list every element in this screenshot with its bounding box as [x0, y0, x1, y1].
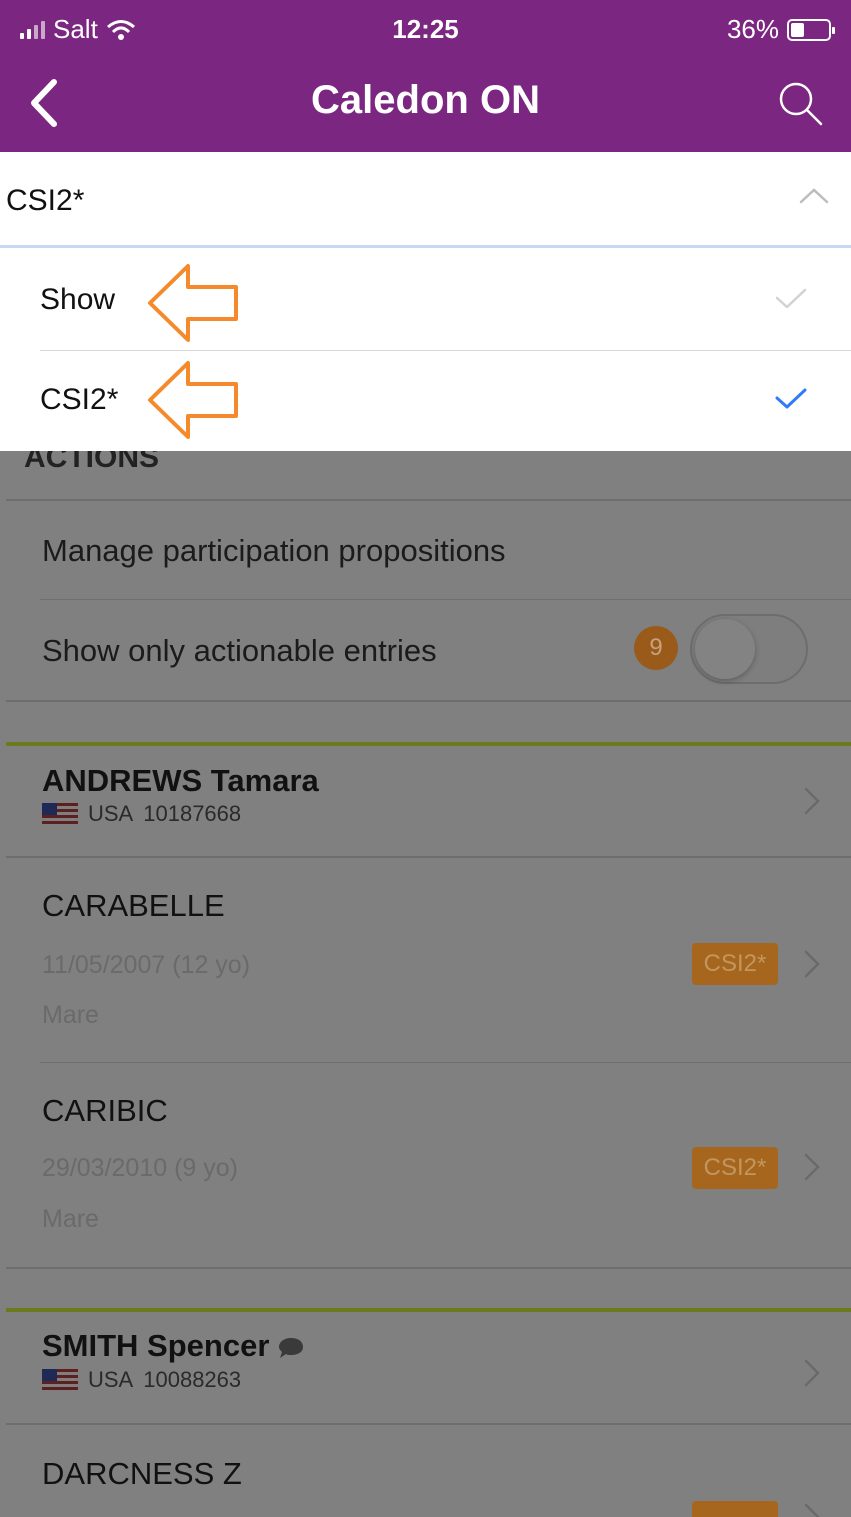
- rider-country: USA: [88, 801, 134, 826]
- dropdown-selected-label: CSI2*: [6, 184, 85, 217]
- rider-id: 10088263: [143, 1367, 242, 1392]
- horse-sex: Mare: [42, 1205, 99, 1233]
- rider-id: 10187668: [143, 801, 242, 826]
- rider-name[interactable]: ANDREWS Tamara: [42, 763, 319, 799]
- dropdown-option-show[interactable]: Show: [0, 251, 851, 351]
- dimmed-content: ACTIONS Manage participation proposition…: [0, 451, 851, 1517]
- rider-info: USA 10088263: [42, 1367, 241, 1393]
- show-actionable-label: Show only actionable entries: [42, 633, 437, 668]
- divider: [6, 1267, 851, 1269]
- page-title: Caledon ON: [311, 78, 540, 122]
- horse-sex: Mare: [42, 1001, 99, 1029]
- annotation-arrow-icon: [148, 361, 238, 439]
- status-right: 36%: [726, 14, 835, 45]
- category-badge: [692, 1501, 778, 1517]
- rider-separator: [6, 1308, 851, 1312]
- rider-info: USA 10187668: [42, 801, 241, 827]
- divider: [6, 1423, 851, 1425]
- search-icon[interactable]: [775, 78, 825, 128]
- toggle-knob: [695, 619, 755, 679]
- horse-name[interactable]: CARABELLE: [42, 888, 225, 924]
- status-time: 12:25: [392, 14, 459, 44]
- usa-flag-icon: [42, 803, 78, 825]
- horse-birthdate: 29/03/2010 (9 yo): [42, 1154, 238, 1182]
- manage-propositions-link[interactable]: Manage participation propositions: [42, 533, 506, 569]
- horse-birthdate: 11/05/2007 (12 yo): [42, 951, 251, 979]
- horse-name[interactable]: CARIBIC: [42, 1093, 168, 1129]
- divider: [6, 499, 851, 501]
- battery-percent: 36%: [726, 14, 779, 44]
- nav-bar: Caledon ON: [0, 58, 851, 152]
- chevron-right-icon[interactable]: [802, 948, 822, 980]
- category-dropdown[interactable]: CSI2*: [0, 152, 851, 248]
- divider: [6, 700, 851, 702]
- battery-icon: [787, 18, 835, 41]
- section-title-actions: ACTIONS: [24, 451, 159, 474]
- chevron-up-icon[interactable]: [799, 186, 829, 206]
- actionable-count-badge: 9: [634, 626, 678, 670]
- chevron-right-icon[interactable]: [802, 1357, 822, 1389]
- category-badge: CSI2*: [692, 943, 778, 985]
- status-bar: Salt 12:25 36%: [0, 0, 851, 58]
- actionable-toggle[interactable]: [690, 614, 808, 684]
- divider: [40, 599, 851, 600]
- category-badge: CSI2*: [692, 1147, 778, 1189]
- rider-name[interactable]: SMITH Spencer: [42, 1328, 305, 1364]
- divider: [6, 856, 851, 858]
- usa-flag-icon: [42, 1369, 78, 1391]
- rider-separator: [6, 742, 851, 746]
- chevron-right-icon[interactable]: [802, 1151, 822, 1183]
- chevron-right-icon[interactable]: [802, 1501, 822, 1517]
- comment-icon: [279, 1337, 304, 1358]
- check-icon: [775, 288, 807, 309]
- horse-name[interactable]: DARCNESS Z: [42, 1456, 242, 1492]
- divider: [40, 1062, 851, 1063]
- rider-country: USA: [88, 1367, 134, 1392]
- option-label: Show: [40, 283, 116, 316]
- chevron-right-icon[interactable]: [802, 785, 822, 817]
- option-label: CSI2*: [40, 383, 119, 416]
- rider-name-label: SMITH Spencer: [42, 1328, 270, 1363]
- dropdown-option-csi2[interactable]: CSI2*: [0, 351, 851, 451]
- annotation-arrow-icon: [148, 264, 238, 342]
- check-icon: [775, 388, 807, 409]
